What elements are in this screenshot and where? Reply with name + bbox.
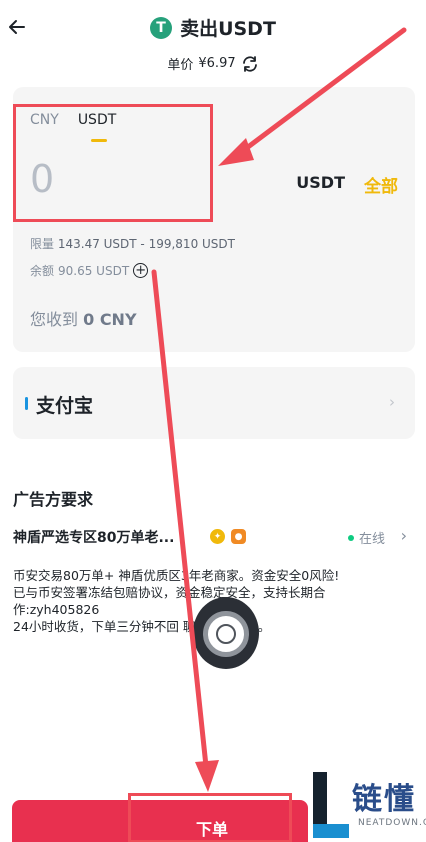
price-value: ¥6.97 xyxy=(198,56,236,71)
advertiser-row[interactable]: 神盾严选专区80万单老... ✦ ● 在线 › xyxy=(13,526,413,548)
add-funds-icon[interactable]: + xyxy=(133,263,149,278)
section-title: 广告方要求 xyxy=(13,490,94,509)
highlight-box-order xyxy=(128,793,292,842)
all-button[interactable]: 全部 xyxy=(364,172,398,197)
tether-icon: T xyxy=(150,16,173,39)
assistive-touch-core xyxy=(216,624,236,644)
online-status: 在线 xyxy=(347,528,385,547)
payment-method-selector[interactable]: 支付宝 › xyxy=(13,367,415,439)
arrow-head-order xyxy=(195,760,219,792)
amount-unit: USDT xyxy=(296,173,345,192)
page-title: 卖出USDT xyxy=(180,18,276,40)
description-line: 已与币安签署冻结包赔协议，资金稳定安全，支持长期合 xyxy=(13,585,326,600)
page-header: T 卖出USDT xyxy=(0,14,426,41)
receive-value: 0 CNY xyxy=(83,310,137,329)
assistive-touch-button[interactable] xyxy=(193,597,259,669)
assistive-touch-ring xyxy=(203,611,249,657)
balance-row: 余额 90.65 USDT + xyxy=(30,262,149,279)
logo-text: 链懂 xyxy=(352,782,416,817)
balance-label: 余额 xyxy=(30,264,55,278)
refresh-icon[interactable] xyxy=(241,55,259,73)
limit-row: 限量 143.47 USDT - 199,810 USDT xyxy=(30,235,235,252)
unit-price: 单价 ¥6.97 xyxy=(0,54,426,73)
payment-accent-bar xyxy=(25,397,28,410)
chevron-right-icon: › xyxy=(389,393,395,411)
limit-label: 限量 xyxy=(30,237,55,251)
highlight-box-amount xyxy=(13,104,213,222)
status-label: 在线 xyxy=(358,532,385,547)
payment-method-label: 支付宝 xyxy=(36,395,94,417)
verified-badge-icon: ✦ xyxy=(210,529,225,544)
advertiser-name: 神盾严选专区80万单老... xyxy=(13,530,175,546)
balance-value: 90.65 USDT xyxy=(58,263,130,278)
logo-foot xyxy=(313,824,349,838)
online-dot-icon xyxy=(347,534,354,541)
receive-label: 您收到 xyxy=(30,310,79,329)
chevron-right-icon: › xyxy=(400,526,407,545)
price-label: 单价 xyxy=(167,58,194,73)
description-line: 币安交易80万单+ 神盾优质区3年老商家。资金安全0风险! xyxy=(13,568,340,583)
watermark-logo: 链懂 NEATDOWN.COM xyxy=(310,772,426,842)
logo-subtext: NEATDOWN.COM xyxy=(358,818,426,828)
limit-value: 143.47 USDT - 199,810 USDT xyxy=(57,237,235,251)
merchant-badge-icon: ● xyxy=(231,529,246,544)
receive-row: 您收到 0 CNY xyxy=(30,306,137,330)
